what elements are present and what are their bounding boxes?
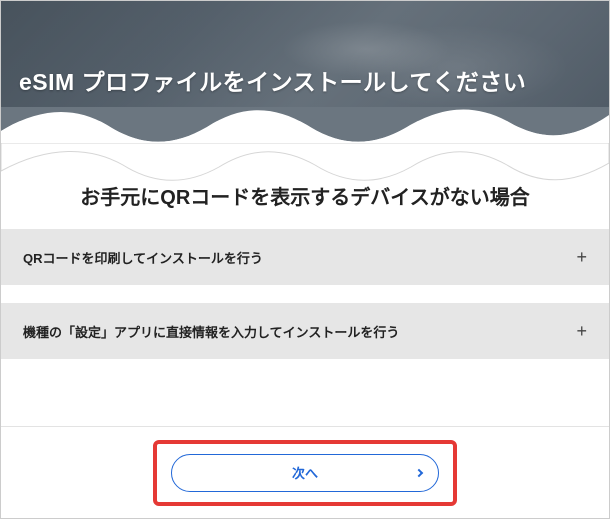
accordion-item-manual-settings[interactable]: 機種の「設定」アプリに直接情報を入力してインストールを行う + (1, 302, 609, 360)
plus-icon: + (576, 247, 587, 268)
section-heading: お手元にQRコードを表示するデバイスがない場合 (1, 171, 609, 228)
main-content: お手元にQRコードを表示するデバイスがない場合 QRコードを印刷してインストール… (1, 171, 609, 360)
footer-bar: 次へ (1, 426, 609, 518)
plus-icon: + (576, 321, 587, 342)
hero-banner: eSIM プロファイルをインストールしてください (1, 1, 609, 121)
next-button-label: 次へ (292, 463, 318, 482)
highlight-annotation: 次へ (153, 440, 457, 506)
accordion-item-label: 機種の「設定」アプリに直接情報を入力してインストールを行う (23, 322, 399, 341)
app-frame: eSIM プロファイルをインストールしてください お手元にQRコードを表示するデ… (0, 0, 610, 519)
accordion-item-print-qr[interactable]: QRコードを印刷してインストールを行う + (1, 228, 609, 286)
chevron-right-icon (415, 468, 423, 476)
spacer (1, 286, 609, 302)
accordion-item-label: QRコードを印刷してインストールを行う (23, 248, 263, 267)
page-title: eSIM プロファイルをインストールしてください (19, 63, 591, 97)
next-button[interactable]: 次へ (171, 454, 439, 492)
accordion: QRコードを印刷してインストールを行う + 機種の「設定」アプリに直接情報を入力… (1, 228, 609, 360)
